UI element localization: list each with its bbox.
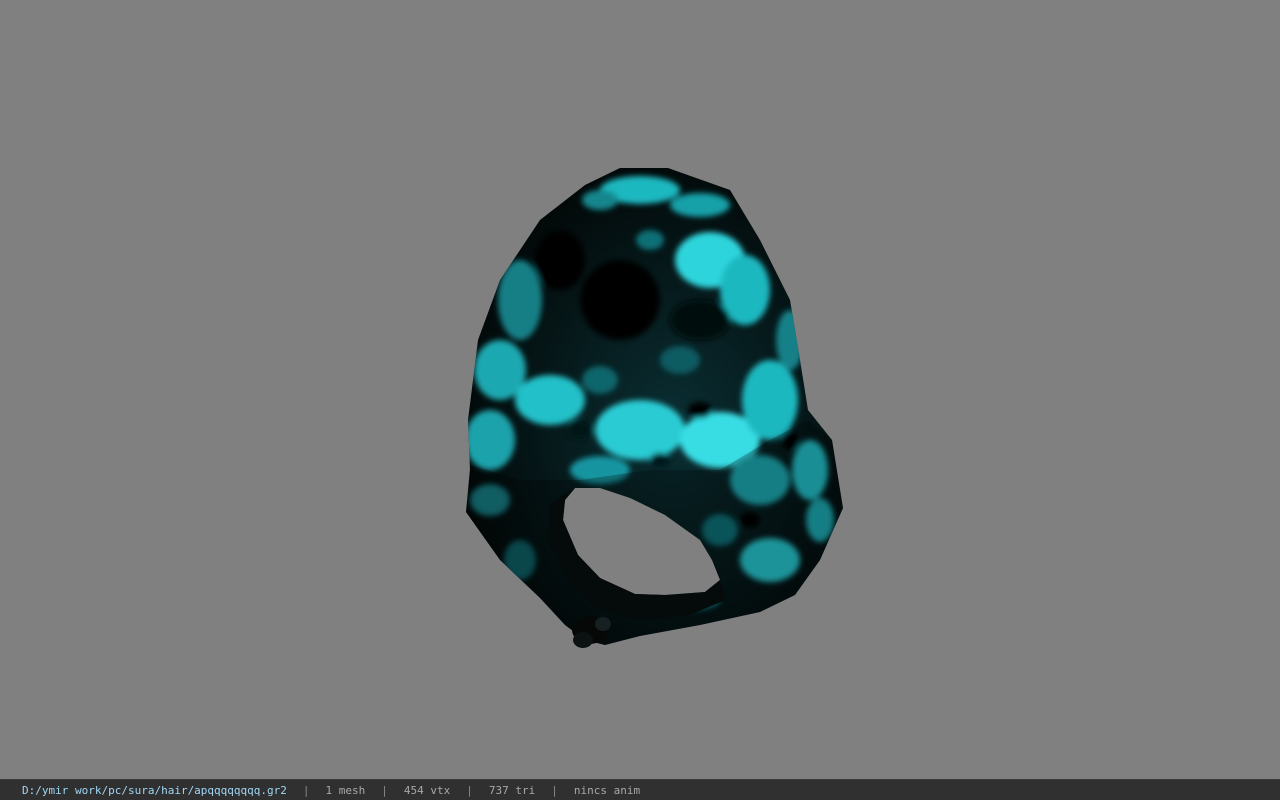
status-separator: | (381, 784, 388, 797)
3d-viewport[interactable] (0, 0, 1280, 779)
status-separator: | (466, 784, 473, 797)
animation-status: nincs anim (573, 784, 641, 797)
file-path: D:/ymir work/pc/sura/hair/apqqqqqqqq.gr2 (22, 784, 287, 797)
status-separator: | (302, 784, 310, 797)
triangle-count: 737 tri (488, 784, 536, 797)
hair-helmet-model (466, 168, 843, 648)
vertex-count: 454 vtx (403, 784, 451, 797)
status-separator: | (551, 784, 558, 797)
mesh-count: 1 mesh (325, 784, 366, 797)
status-bar: D:/ymir work/pc/sura/hair/apqqqqqqqq.gr2… (0, 779, 1280, 800)
